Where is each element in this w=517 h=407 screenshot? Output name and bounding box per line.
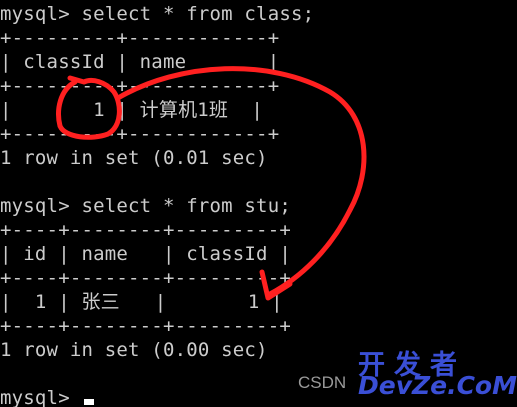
terminal-line: +----+--------+---------+ xyxy=(0,315,291,337)
terminal-line: 1 row in set (0.01 sec) xyxy=(0,147,268,169)
terminal-line: | classId | name | xyxy=(0,51,280,73)
terminal-line: | 1 | 张三 | 1 | xyxy=(0,291,283,313)
terminal-line: mysql> select * from class; xyxy=(0,3,315,25)
terminal-window[interactable]: mysql> select * from class; +---------+-… xyxy=(0,0,517,407)
text-cursor xyxy=(84,399,94,405)
watermark: CSDN 开发者 DevZe.CoM xyxy=(298,343,517,403)
terminal-line: +---------+------------+ xyxy=(0,123,280,145)
terminal-line: +---------+------------+ xyxy=(0,75,280,97)
terminal-line: 1 row in set (0.00 sec) xyxy=(0,339,268,361)
terminal-line: | id | name | classId | xyxy=(0,243,291,265)
terminal-line: mysql> select * from stu; xyxy=(0,195,291,217)
watermark-csdn: CSDN xyxy=(298,373,347,392)
terminal-line: | 1 | 计算机1班 | xyxy=(0,99,264,121)
watermark-en: DevZe.CoM xyxy=(358,371,517,400)
prompt-line: mysql> xyxy=(0,387,82,407)
terminal-line: +----+--------+---------+ xyxy=(0,267,291,289)
terminal-line: +---------+------------+ xyxy=(0,27,280,49)
terminal-line: +----+--------+---------+ xyxy=(0,219,291,241)
